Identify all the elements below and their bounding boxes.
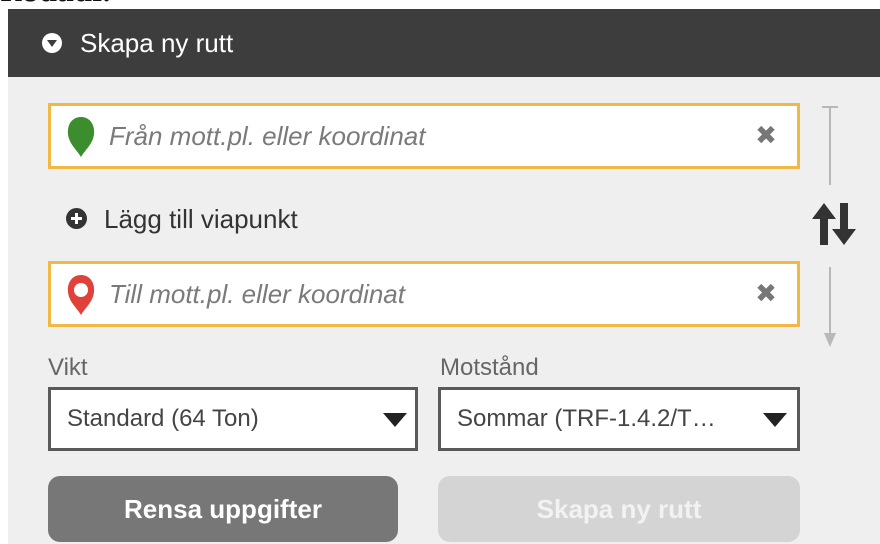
clear-to-icon[interactable]: ✖ [751,276,781,312]
chevron-down-icon [383,413,407,427]
swap-connector-bottom [824,267,836,347]
to-input[interactable] [109,264,729,324]
route-panel-header[interactable]: Skapa ny rutt [8,9,880,77]
clear-details-button[interactable]: Rensa uppgifter [48,476,398,542]
route-panel: ✖ Lägg till viapunkt ✖ Vikt Motstånd Sta… [8,77,880,544]
plus-circle-icon [66,208,87,229]
to-field[interactable]: ✖ [48,261,800,327]
add-via-point-label: Lägg till viapunkt [104,204,298,234]
chevron-down-icon [763,413,787,427]
cut-off-heading: Rodadi. [0,0,111,8]
clear-from-icon[interactable]: ✖ [751,118,781,154]
swap-connector-top [822,106,838,185]
create-route-button[interactable]: Skapa ny rutt [438,476,800,542]
swap-arrows-icon[interactable] [810,201,860,247]
weight-label: Vikt [48,354,88,381]
red-map-pin-icon [67,275,95,315]
resistance-label: Motstånd [440,354,539,381]
weight-select[interactable]: Standard (64 Ton) [48,387,418,451]
green-map-pin-icon [67,117,95,157]
weight-selected-value: Standard (64 Ton) [67,405,259,432]
resistance-select[interactable]: Sommar (TRF-1.4.2/T… [438,387,800,451]
from-field[interactable]: ✖ [48,103,800,169]
collapse-triangle-icon[interactable] [42,33,62,53]
from-input[interactable] [109,106,729,166]
panel-title: Skapa ny rutt [80,28,234,58]
resistance-selected-value: Sommar (TRF-1.4.2/T… [457,405,716,432]
